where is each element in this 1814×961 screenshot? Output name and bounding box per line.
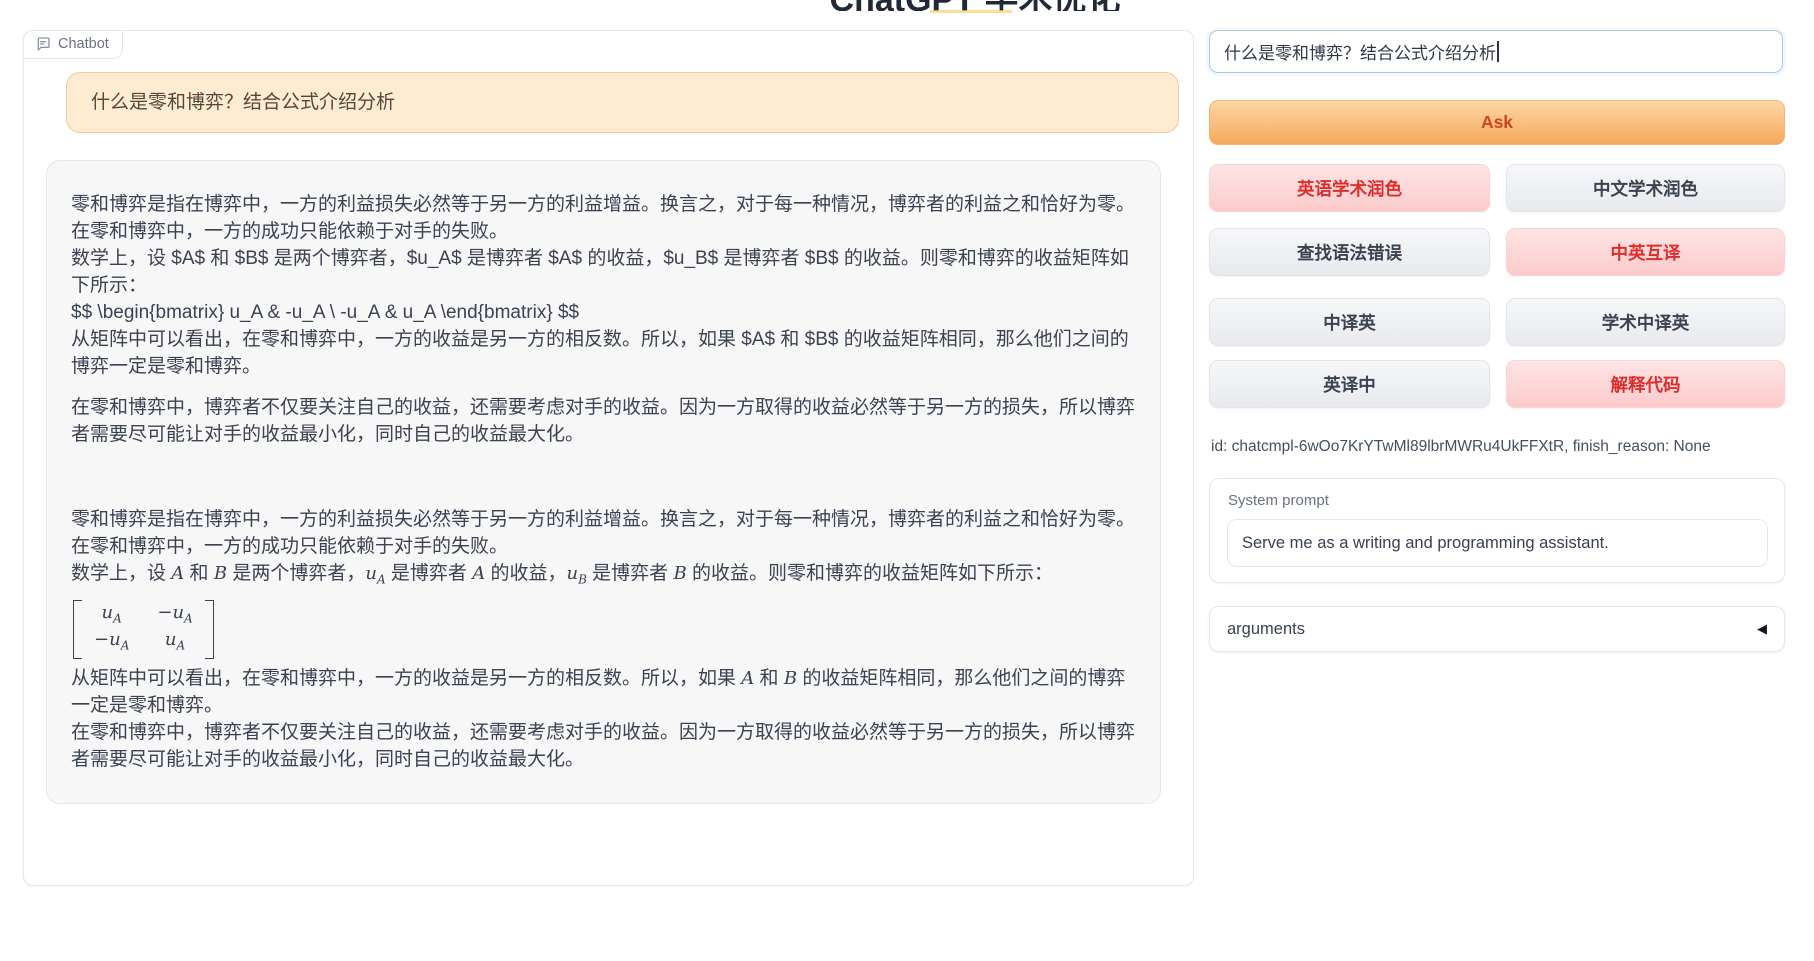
btn-chinese-academic-polish[interactable]: 中文学术润色 [1506, 164, 1785, 212]
bot-rendered-section: 零和博弈是指在博弈中，一方的利益损失必然等于另一方的利益增益。换言之，对于每一种… [71, 506, 1136, 773]
ask-button[interactable]: Ask [1209, 100, 1785, 145]
system-prompt-label: System prompt [1228, 492, 1329, 509]
app-root: ChatGPT 学术优化 Chatbot 什么是零和博弈？结合公式介绍分析 零和… [0, 0, 1814, 961]
system-prompt-box: System prompt Serve me as a writing and … [1209, 478, 1785, 583]
bot-raw-paragraph: 在零和博弈中，博弈者不仅要关注自己的收益，还需要考虑对手的收益。因为一方取得的收… [71, 394, 1136, 448]
chatbot-label: Chatbot [58, 36, 109, 52]
payoff-matrix: uA −uA −uA uA [73, 600, 214, 659]
arguments-accordion-header[interactable]: arguments ◀ [1209, 606, 1785, 652]
matrix-cell: uA [102, 602, 122, 630]
user-message-text: 什么是零和博弈？结合公式介绍分析 [91, 92, 395, 113]
question-input-value: 什么是零和博弈？结合公式介绍分析 [1224, 39, 1496, 64]
controls-column: 什么是零和博弈？结合公式介绍分析 Ask 英语学术润色 中文学术润色 查找语法错… [1209, 0, 1785, 961]
btn-en-to-zh[interactable]: 英译中 [1209, 360, 1490, 408]
chat-bubble-icon [35, 36, 51, 52]
bot-rendered-paragraph: 从矩阵中可以看出，在零和博弈中，一方的收益是另一方的相反数。所以，如果 A 和 … [71, 665, 1136, 719]
bot-raw-section: 零和博弈是指在博弈中，一方的利益损失必然等于另一方的利益增益。换言之，对于每一种… [71, 191, 1136, 448]
matrix-cell: −uA [157, 602, 192, 630]
btn-english-academic-polish[interactable]: 英语学术润色 [1209, 164, 1490, 212]
bot-rendered-paragraph: 在零和博弈中，博弈者不仅要关注自己的收益，还需要考虑对手的收益。因为一方取得的收… [71, 719, 1136, 773]
system-prompt-value: Serve me as a writing and programming as… [1242, 534, 1609, 553]
btn-zh-en-mutual-translate[interactable]: 中英互译 [1506, 228, 1785, 276]
chatbot-label-tab: Chatbot [23, 30, 123, 59]
bot-message-bubble: 零和博弈是指在博弈中，一方的利益损失必然等于另一方的利益增益。换言之，对于每一种… [46, 160, 1161, 804]
bot-raw-paragraph: 从矩阵中可以看出，在零和博弈中，一方的收益是另一方的相反数。所以，如果 $A$ … [71, 326, 1136, 380]
btn-find-grammar-errors[interactable]: 查找语法错误 [1209, 228, 1490, 276]
accordion-collapsed-icon: ◀ [1757, 621, 1767, 637]
bot-rendered-paragraph: 数学上，设 A 和 B 是两个博弈者，uA 是博弈者 A 的收益，uB 是博弈者… [71, 560, 1136, 594]
bot-raw-paragraph: 数学上，设 $A$ 和 $B$ 是两个博弈者，$u_A$ 是博弈者 $A$ 的收… [71, 245, 1136, 299]
user-message-bubble: 什么是零和博弈？结合公式介绍分析 [66, 72, 1179, 133]
matrix-right-bracket [205, 600, 214, 659]
btn-academic-zh-to-en[interactable]: 学术中译英 [1506, 298, 1785, 346]
matrix-cell: uA [165, 629, 185, 657]
chatbot-panel: Chatbot 什么是零和博弈？结合公式介绍分析 零和博弈是指在博弈中，一方的利… [23, 30, 1194, 886]
matrix-cells: uA −uA −uA uA [82, 600, 205, 659]
bot-raw-paragraph: 零和博弈是指在博弈中，一方的利益损失必然等于另一方的利益增益。换言之，对于每一种… [71, 191, 1136, 245]
title-highlight-sliver [930, 10, 1012, 13]
bot-raw-latex-line: $$ \begin{bmatrix} u_A & -u_A \ -u_A & u… [71, 299, 1136, 326]
matrix-left-bracket [73, 600, 82, 659]
system-prompt-input[interactable]: Serve me as a writing and programming as… [1227, 519, 1768, 567]
text-cursor [1497, 41, 1499, 62]
bot-rendered-paragraph: 零和博弈是指在博弈中，一方的利益损失必然等于另一方的利益增益。换言之，对于每一种… [71, 506, 1136, 560]
matrix-cell: −uA [94, 629, 129, 657]
btn-zh-to-en[interactable]: 中译英 [1209, 298, 1490, 346]
question-input[interactable]: 什么是零和博弈？结合公式介绍分析 [1209, 30, 1783, 73]
status-line: id: chatcmpl-6wOo7KrYTwMl89lbrMWRu4UkFFX… [1211, 438, 1711, 456]
btn-explain-code[interactable]: 解释代码 [1506, 360, 1785, 408]
accordion-label: arguments [1227, 620, 1305, 639]
